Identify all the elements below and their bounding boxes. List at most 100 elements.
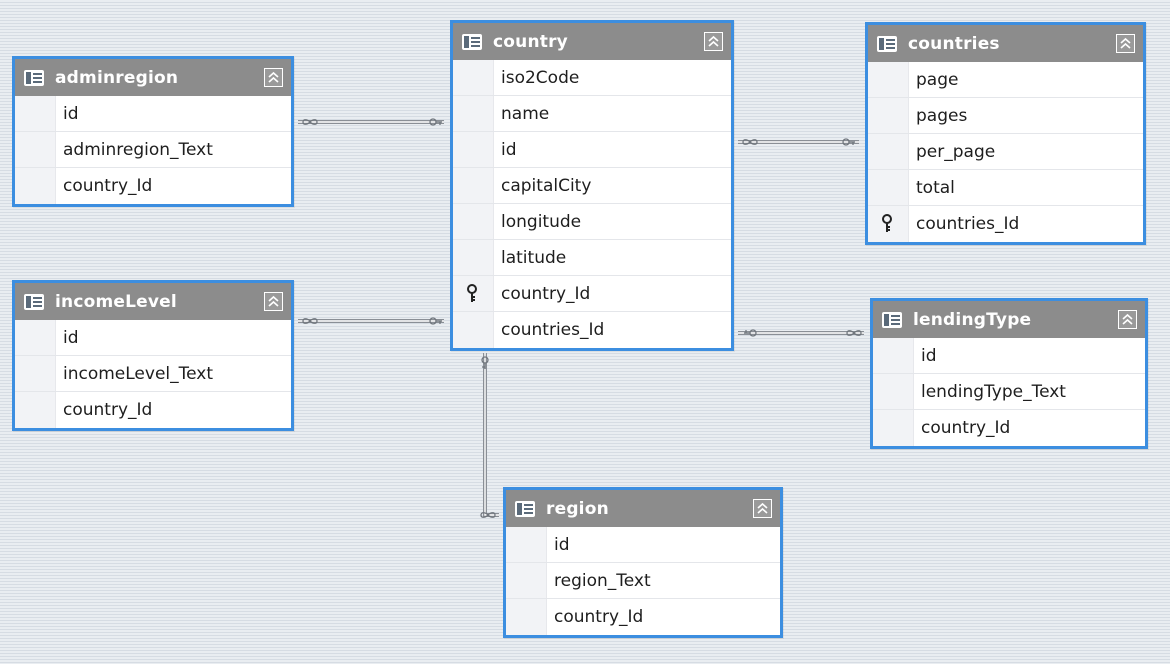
column-name: capitalCity [501, 175, 592, 196]
table-title: incomeLevel [55, 291, 177, 312]
column-list: iso2Code name id capitalCity longitude latitu… [453, 60, 731, 348]
collapse-chevrons-icon[interactable] [753, 499, 772, 518]
table-adminregion[interactable]: adminregion id adminregion_Text country_Id [12, 56, 294, 207]
column-row[interactable]: per_page [868, 134, 1143, 170]
row-selector[interactable] [15, 132, 56, 167]
row-selector[interactable] [868, 98, 909, 133]
column-row[interactable]: latitude [453, 240, 731, 276]
collapse-chevrons-icon[interactable] [704, 32, 723, 51]
row-selector[interactable] [453, 312, 494, 348]
table-country[interactable]: country iso2Code name id capitalCity longitud… [450, 20, 734, 351]
row-selector[interactable] [453, 240, 494, 275]
column-row[interactable]: id [873, 338, 1145, 374]
table-icon [23, 291, 45, 313]
column-row[interactable]: id [506, 527, 780, 563]
column-row[interactable]: country_Id [15, 392, 291, 428]
row-selector[interactable] [453, 96, 494, 131]
row-selector[interactable] [453, 168, 494, 203]
table-title: adminregion [55, 67, 179, 88]
table-header[interactable]: countries [868, 25, 1143, 62]
table-header[interactable]: incomeLevel [15, 283, 291, 320]
column-row[interactable]: adminregion_Text [15, 132, 291, 168]
column-row[interactable]: country_Id [15, 168, 291, 204]
column-row[interactable]: total [868, 170, 1143, 206]
column-row[interactable]: country_Id [506, 599, 780, 635]
column-name: country_Id [554, 607, 644, 627]
column-name: name [501, 103, 550, 124]
column-row[interactable]: id [15, 320, 291, 356]
row-selector[interactable] [15, 96, 56, 131]
column-name: adminregion_Text [63, 139, 213, 160]
column-row[interactable]: longitude [453, 204, 731, 240]
column-name: longitude [501, 211, 582, 232]
row-selector[interactable] [506, 563, 547, 598]
row-selector[interactable] [868, 62, 909, 97]
column-row[interactable]: id [15, 96, 291, 132]
column-name: id [554, 534, 570, 555]
row-selector[interactable] [15, 168, 56, 204]
row-selector[interactable] [453, 60, 494, 95]
column-name: total [916, 177, 955, 198]
row-selector[interactable] [453, 204, 494, 239]
column-row[interactable]: country_Id [453, 276, 731, 312]
collapse-chevrons-icon[interactable] [264, 68, 283, 87]
table-header[interactable]: country [453, 23, 731, 60]
collapse-chevrons-icon[interactable] [1118, 310, 1137, 329]
table-icon [23, 67, 45, 89]
column-row[interactable]: pages [868, 98, 1143, 134]
column-name: latitude [501, 247, 567, 268]
relation-region-country[interactable] [483, 353, 499, 517]
row-selector[interactable] [15, 392, 56, 428]
row-selector[interactable] [868, 134, 909, 169]
row-selector[interactable] [453, 276, 494, 311]
column-row[interactable]: incomeLevel_Text [15, 356, 291, 392]
column-list: id region_Text country_Id [506, 527, 780, 635]
column-row[interactable]: region_Text [506, 563, 780, 599]
column-row[interactable]: name [453, 96, 731, 132]
row-selector[interactable] [506, 599, 547, 635]
row-selector[interactable] [453, 132, 494, 167]
column-list: id adminregion_Text country_Id [15, 96, 291, 204]
column-name: id [63, 103, 79, 124]
row-selector[interactable] [15, 356, 56, 391]
table-title: countries [908, 33, 1000, 54]
row-selector[interactable] [868, 206, 909, 242]
table-icon [514, 498, 536, 520]
table-lendingType[interactable]: lendingType id lendingType_Text country_Id [870, 298, 1148, 449]
column-row[interactable]: id [453, 132, 731, 168]
column-row[interactable]: countries_Id [453, 312, 731, 348]
column-list: page pages per_pagetotal countries_Id [868, 62, 1143, 242]
table-countries[interactable]: countries page pages per_pagetotal countries… [865, 22, 1146, 245]
row-selector[interactable] [15, 320, 56, 355]
table-title: region [546, 498, 609, 519]
column-name: country_Id [501, 283, 591, 304]
diagram-canvas[interactable]: adminregion id adminregion_Text country_Id i… [0, 0, 1170, 664]
column-row[interactable]: lendingType_Text [873, 374, 1145, 410]
column-row[interactable]: iso2Code [453, 60, 731, 96]
collapse-chevrons-icon[interactable] [264, 292, 283, 311]
column-name: pages [916, 105, 968, 126]
key-icon [466, 283, 480, 304]
table-header[interactable]: lendingType [873, 301, 1145, 338]
row-selector[interactable] [873, 410, 914, 446]
table-header[interactable]: adminregion [15, 59, 291, 96]
row-selector[interactable] [506, 527, 547, 562]
column-row[interactable]: page [868, 62, 1143, 98]
row-selector[interactable] [868, 170, 909, 205]
column-row[interactable]: country_Id [873, 410, 1145, 446]
column-name: id [921, 345, 937, 366]
table-incomeLevel[interactable]: incomeLevel id incomeLevel_Text country_Id [12, 280, 294, 431]
column-name: iso2Code [501, 67, 580, 88]
row-selector[interactable] [873, 374, 914, 409]
table-header[interactable]: region [506, 490, 780, 527]
table-icon [876, 33, 898, 55]
table-region[interactable]: region id region_Text country_Id [503, 487, 783, 638]
column-row[interactable]: capitalCity [453, 168, 731, 204]
column-name: country_Id [63, 176, 153, 196]
row-selector[interactable] [873, 338, 914, 373]
column-row[interactable]: countries_Id [868, 206, 1143, 242]
collapse-chevrons-icon[interactable] [1116, 34, 1135, 53]
key-icon [881, 214, 895, 234]
column-name: id [63, 327, 79, 348]
column-name: per_page [916, 141, 996, 162]
